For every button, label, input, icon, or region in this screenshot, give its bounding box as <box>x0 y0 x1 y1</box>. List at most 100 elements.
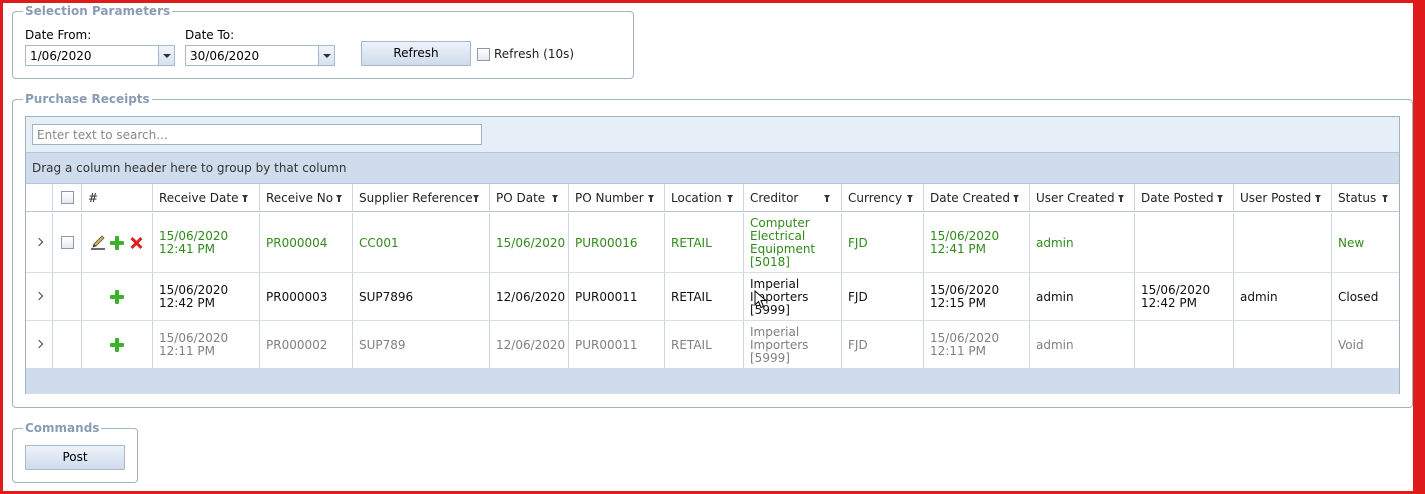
header-user-created-label: User Created <box>1036 191 1115 205</box>
add-icon[interactable] <box>109 289 125 305</box>
filter-icon[interactable] <box>552 195 558 202</box>
date-from-combo[interactable]: 1/06/2020 <box>25 45 175 66</box>
add-icon[interactable] <box>109 235 125 251</box>
header-po-date[interactable]: PO Date <box>490 184 569 211</box>
table-row[interactable]: 15/06/2020 12:42 PM PR000003 SUP7896 12/… <box>26 273 1399 321</box>
row-select-cell <box>53 321 82 368</box>
receipts-grid: Drag a column header here to group by th… <box>25 116 1400 394</box>
po-number: PUR00011 <box>575 338 638 352</box>
header-date-posted[interactable]: Date Posted <box>1135 184 1234 211</box>
filter-icon[interactable] <box>1315 195 1321 202</box>
header-po-number-label: PO Number <box>575 191 644 205</box>
table-row[interactable]: 15/06/2020 12:11 PM PR000002 SUP789 12/0… <box>26 321 1399 369</box>
po-number: PUR00011 <box>575 290 638 304</box>
date-to-value: 30/06/2020 <box>190 49 260 63</box>
date-to-label: Date To: <box>185 28 235 42</box>
creditor: Computer Electrical Equipment [5018] <box>750 216 816 269</box>
po-date: 12/06/2020 <box>496 338 566 352</box>
chevron-down-icon[interactable] <box>158 46 174 65</box>
header-receive-no[interactable]: Receive No <box>260 184 353 211</box>
status-badge: Closed <box>1338 290 1379 304</box>
date-created: 15/06/2020 12:41 PM <box>930 229 1000 256</box>
po-number: PUR00016 <box>575 236 638 250</box>
row-expand-cell[interactable] <box>26 321 53 368</box>
edit-icon[interactable] <box>90 235 106 251</box>
refresh-button[interactable]: Refresh <box>361 41 471 66</box>
supplier-reference: SUP789 <box>359 338 406 352</box>
grid-search-box[interactable] <box>32 124 482 145</box>
header-date-created[interactable]: Date Created <box>924 184 1030 211</box>
row-actions-cell <box>82 213 153 272</box>
select-all-checkbox[interactable] <box>61 191 74 204</box>
chevron-right-icon[interactable] <box>34 237 44 247</box>
row-checkbox[interactable] <box>61 236 74 249</box>
chevron-down-icon[interactable] <box>318 46 334 65</box>
creditor: Imperial Importers [5999] <box>750 325 809 365</box>
filter-icon[interactable] <box>336 195 342 202</box>
date-created: 15/06/2020 12:15 PM <box>930 283 1000 310</box>
selection-parameters-panel: Selection Parameters <box>12 4 634 79</box>
receive-date: 15/06/2020 12:11 PM <box>159 331 229 358</box>
po-date: 12/06/2020 <box>496 290 566 304</box>
filter-icon[interactable] <box>1217 195 1223 202</box>
header-supplier-reference[interactable]: Supplier Reference <box>353 184 490 211</box>
user-created: admin <box>1036 236 1074 250</box>
currency: FJD <box>848 236 868 250</box>
header-status[interactable]: Status <box>1332 184 1399 211</box>
header-user-created[interactable]: User Created <box>1030 184 1135 211</box>
table-row[interactable]: 15/06/2020 12:41 PM PR000004 CC001 15/06… <box>26 213 1399 273</box>
add-icon[interactable] <box>109 337 125 353</box>
header-user-posted-label: User Posted <box>1240 191 1312 205</box>
filter-icon[interactable] <box>648 195 654 202</box>
chevron-right-icon[interactable] <box>34 291 44 301</box>
header-expand-column <box>26 184 53 211</box>
receive-no: PR000003 <box>266 290 328 304</box>
header-currency[interactable]: Currency <box>842 184 924 211</box>
date-created: 15/06/2020 12:11 PM <box>930 331 1000 358</box>
filter-icon[interactable] <box>824 195 830 202</box>
header-po-number[interactable]: PO Number <box>569 184 665 211</box>
receive-no: PR000004 <box>266 236 328 250</box>
row-expand-cell[interactable] <box>26 273 53 320</box>
grid-search-input[interactable] <box>33 125 481 144</box>
filter-icon[interactable] <box>907 195 913 202</box>
filter-icon[interactable] <box>1013 195 1019 202</box>
header-date-posted-label: Date Posted <box>1141 191 1214 205</box>
grid-footer <box>26 368 1399 394</box>
auto-refresh-checkbox[interactable] <box>477 48 490 61</box>
header-receive-date-label: Receive Date <box>159 191 239 205</box>
user-posted: admin <box>1240 290 1278 304</box>
date-to-combo[interactable]: 30/06/2020 <box>185 45 335 66</box>
purchase-receipts-legend: Purchase Receipts <box>25 92 150 106</box>
filter-icon[interactable] <box>727 195 733 202</box>
header-currency-label: Currency <box>848 191 903 205</box>
chevron-right-icon[interactable] <box>34 339 44 349</box>
header-location[interactable]: Location <box>665 184 744 211</box>
receive-date: 15/06/2020 12:42 PM <box>159 283 229 310</box>
filter-icon[interactable] <box>1382 195 1388 202</box>
receive-date: 15/06/2020 12:41 PM <box>159 229 229 256</box>
supplier-reference: SUP7896 <box>359 290 414 304</box>
selection-parameters-legend: Selection Parameters <box>25 4 171 18</box>
header-user-posted[interactable]: User Posted <box>1234 184 1332 211</box>
row-actions-cell <box>82 321 153 368</box>
location: RETAIL <box>671 338 712 352</box>
group-panel[interactable]: Drag a column header here to group by th… <box>26 153 1399 184</box>
receive-no: PR000002 <box>266 338 328 352</box>
header-num[interactable]: # <box>82 184 153 211</box>
header-creditor[interactable]: Creditor <box>744 184 842 211</box>
filter-icon[interactable] <box>473 195 479 202</box>
filter-icon[interactable] <box>1118 195 1124 202</box>
user-created: admin <box>1036 338 1074 352</box>
filter-icon[interactable] <box>242 195 248 202</box>
user-created: admin <box>1036 290 1074 304</box>
auto-refresh-label: Refresh (10s) <box>494 47 575 61</box>
header-location-label: Location <box>671 191 722 205</box>
row-expand-cell[interactable] <box>26 213 53 272</box>
header-receive-date[interactable]: Receive Date <box>153 184 260 211</box>
post-button[interactable]: Post <box>25 445 125 470</box>
date-from-label: Date From: <box>25 28 92 42</box>
po-date: 15/06/2020 <box>496 236 566 250</box>
header-supplier-reference-label: Supplier Reference <box>359 191 473 205</box>
delete-icon[interactable] <box>129 236 143 250</box>
